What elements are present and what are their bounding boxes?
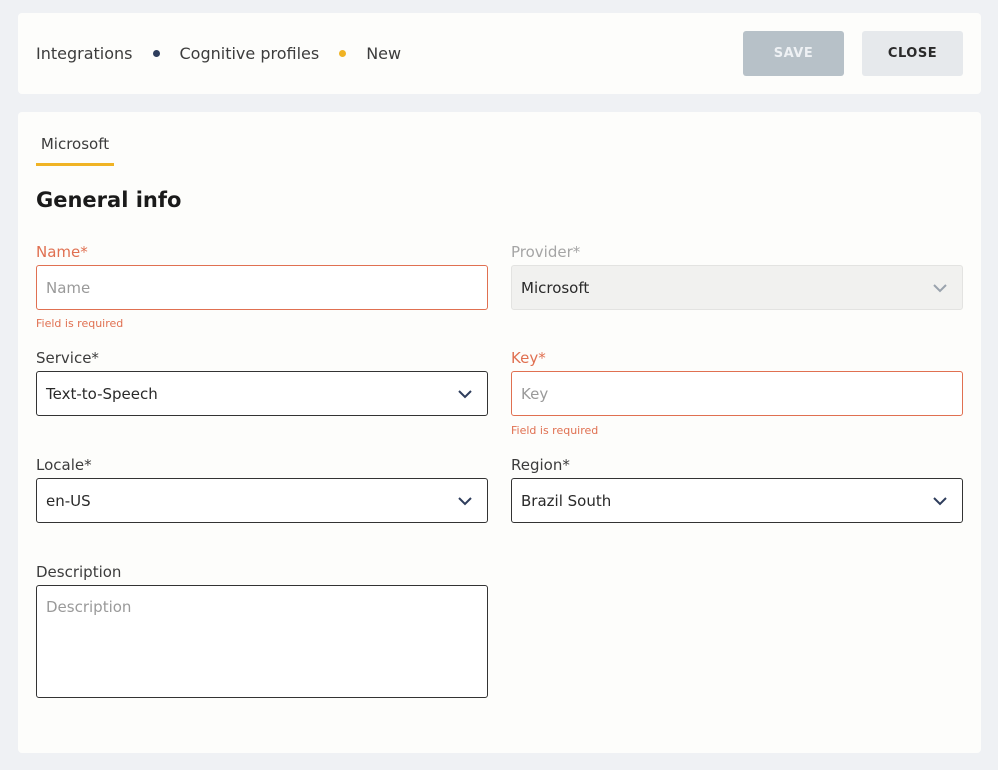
name-field[interactable] xyxy=(36,265,488,310)
service-value: Text-to-Speech xyxy=(46,384,158,403)
breadcrumb-separator-dot xyxy=(152,50,160,57)
key-label: Key* xyxy=(511,349,546,367)
breadcrumb-current-dot xyxy=(339,50,347,57)
tab-microsoft[interactable]: Microsoft xyxy=(36,134,114,166)
name-error: Field is required xyxy=(36,317,124,330)
breadcrumb-new: New xyxy=(366,44,402,63)
section-title: General info xyxy=(36,188,182,212)
breadcrumb-cognitive-profiles[interactable]: Cognitive profiles xyxy=(180,44,320,63)
locale-label: Locale* xyxy=(36,456,92,474)
key-input[interactable] xyxy=(521,372,962,415)
name-label: Name* xyxy=(36,243,88,261)
description-textarea[interactable] xyxy=(36,585,488,698)
breadcrumb-integrations[interactable]: Integrations xyxy=(36,44,133,63)
chevron-down-icon xyxy=(933,284,947,293)
chevron-down-icon xyxy=(458,497,472,506)
region-select[interactable]: Brazil South xyxy=(511,478,963,523)
service-label: Service* xyxy=(36,349,99,367)
provider-value: Microsoft xyxy=(521,278,590,297)
key-field[interactable] xyxy=(511,371,963,416)
description-label: Description xyxy=(36,563,122,581)
chevron-down-icon xyxy=(933,497,947,506)
page-header: Integrations Cognitive profiles New SAVE… xyxy=(18,13,981,94)
provider-select: Microsoft xyxy=(511,265,963,310)
breadcrumb: Integrations Cognitive profiles New xyxy=(36,13,401,94)
chevron-down-icon xyxy=(458,390,472,399)
provider-label: Provider* xyxy=(511,243,581,261)
region-value: Brazil South xyxy=(521,491,612,510)
name-input[interactable] xyxy=(46,266,487,309)
locale-value: en-US xyxy=(46,491,91,510)
locale-select[interactable]: en-US xyxy=(36,478,488,523)
service-select[interactable]: Text-to-Speech xyxy=(36,371,488,416)
form-panel: Microsoft General info Name* Field is re… xyxy=(18,112,981,753)
key-error: Field is required xyxy=(511,424,599,437)
save-button[interactable]: SAVE xyxy=(743,31,844,76)
region-label: Region* xyxy=(511,456,570,474)
close-button[interactable]: CLOSE xyxy=(862,31,963,76)
